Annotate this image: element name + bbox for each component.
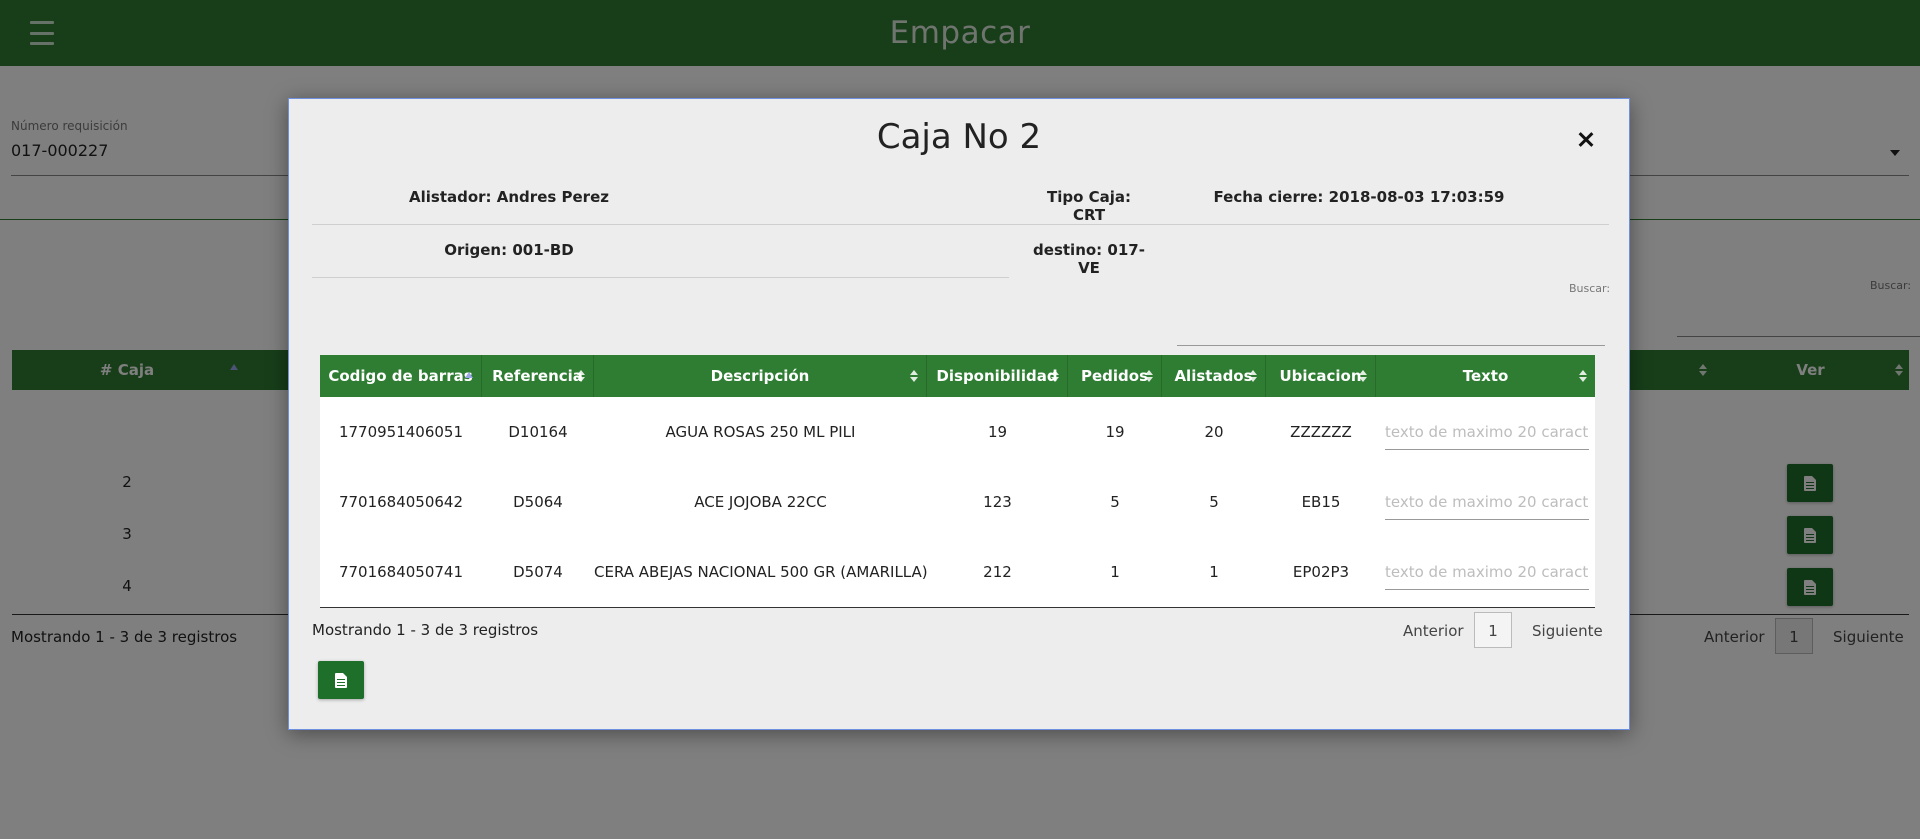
table-info: Mostrando 1 - 3 de 3 registros <box>312 621 539 639</box>
cell-ubicacion: EP02P3 <box>1292 563 1350 581</box>
info-divider <box>312 224 1609 225</box>
items-table-header: Codigo de barras Referencia Descripción … <box>320 355 1595 397</box>
cell-pedidos: 1 <box>1110 563 1120 581</box>
header-descripcion[interactable]: Descripción <box>594 355 927 397</box>
sort-icon <box>910 370 918 382</box>
export-pdf-button[interactable] <box>318 661 364 699</box>
cell-alistados: 5 <box>1209 493 1219 511</box>
table-bottom-border <box>320 607 1595 608</box>
sort-icon <box>1051 370 1059 382</box>
header-alistados[interactable]: Alistados <box>1162 355 1266 397</box>
cell-referencia: D5064 <box>513 493 563 511</box>
tipo-caja-info: Tipo Caja: CRT <box>1046 188 1132 224</box>
sort-icon <box>1359 370 1367 382</box>
search-input[interactable] <box>1177 345 1605 346</box>
cell-descripcion: ACE JOJOBA 22CC <box>694 493 827 511</box>
destino-info: destino: 017-VE <box>1033 241 1145 277</box>
cell-ubicacion: EB15 <box>1301 493 1341 511</box>
cell-alistados: 1 <box>1209 563 1219 581</box>
table-row: 1770951406051 D10164 AGUA ROSAS 250 ML P… <box>320 397 1595 467</box>
cell-disponibilidad: 19 <box>987 423 1008 441</box>
pagination-next[interactable]: Siguiente <box>1532 622 1603 640</box>
cell-pedidos: 5 <box>1110 493 1120 511</box>
texto-input[interactable] <box>1385 415 1589 450</box>
pagination-page[interactable]: 1 <box>1474 612 1512 648</box>
sort-icon <box>1145 370 1153 382</box>
cell-descripcion: AGUA ROSAS 250 ML PILI <box>665 423 856 441</box>
alistador-info: Alistador: Andres Perez <box>409 188 609 206</box>
items-table-body: 1770951406051 D10164 AGUA ROSAS 250 ML P… <box>320 397 1595 607</box>
header-codigo[interactable]: Codigo de barras <box>320 355 482 397</box>
cell-pedidos: 19 <box>1105 423 1125 441</box>
cell-referencia: D10164 <box>508 423 568 441</box>
header-disponibilidad[interactable]: Disponibilidad <box>927 355 1068 397</box>
close-icon[interactable] <box>1574 127 1598 151</box>
cell-descripcion: CERA ABEJAS NACIONAL 500 GR (AMARILLA) <box>594 563 927 581</box>
header-texto[interactable]: Texto <box>1376 355 1595 397</box>
cell-codigo: 7701684050741 <box>338 563 464 581</box>
sort-icon <box>1579 370 1587 382</box>
cell-ubicacion: ZZZZZZ <box>1290 423 1352 441</box>
pagination-prev[interactable]: Anterior <box>1403 622 1464 640</box>
origen-info: Origen: 001-BD <box>444 241 574 259</box>
table-row: 7701684050642 D5064 ACE JOJOBA 22CC 123 … <box>320 467 1595 537</box>
box-detail-modal: Caja No 2 Alistador: Andres Perez Tipo C… <box>288 98 1630 730</box>
sort-asc-icon <box>465 370 473 382</box>
header-referencia[interactable]: Referencia <box>482 355 594 397</box>
header-ubicacion[interactable]: Ubicacion <box>1266 355 1376 397</box>
texto-input[interactable] <box>1385 485 1589 520</box>
search-label: Buscar: <box>1569 282 1611 295</box>
fecha-cierre-info: Fecha cierre: 2018-08-03 17:03:59 <box>1213 188 1505 206</box>
modal-title: Caja No 2 <box>876 117 1042 157</box>
cell-disponibilidad: 212 <box>983 563 1012 581</box>
header-pedidos[interactable]: Pedidos <box>1068 355 1162 397</box>
sort-icon <box>1249 370 1257 382</box>
cell-referencia: D5074 <box>513 563 563 581</box>
cell-codigo: 7701684050642 <box>338 493 464 511</box>
sort-icon <box>577 370 585 382</box>
table-row: 7701684050741 D5074 CERA ABEJAS NACIONAL… <box>320 537 1595 607</box>
info-divider <box>312 277 1009 278</box>
cell-alistados: 20 <box>1204 423 1224 441</box>
cell-disponibilidad: 123 <box>983 493 1012 511</box>
cell-codigo: 1770951406051 <box>338 423 464 441</box>
texto-input[interactable] <box>1385 555 1589 590</box>
document-icon <box>335 672 347 688</box>
